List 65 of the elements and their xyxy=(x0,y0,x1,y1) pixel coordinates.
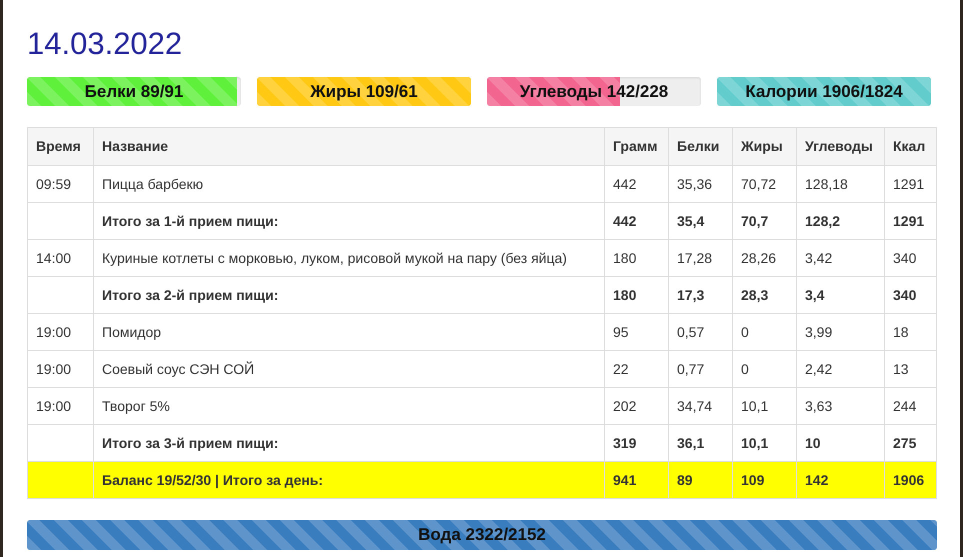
date-heading: 14.03.2022 xyxy=(27,25,184,63)
table-cell-text: 442 xyxy=(613,174,636,194)
table-cell-text: 1291 xyxy=(893,212,924,230)
table-cell-text: 17,28 xyxy=(677,248,712,268)
table-cell-text: 941 xyxy=(613,470,636,490)
progress-label: Жиры 109/61 xyxy=(310,80,418,103)
table-cell-text: 3,42 xyxy=(805,248,832,268)
table-cell-text: 0 xyxy=(741,360,749,378)
table-cell-text: 10 xyxy=(805,434,821,452)
column-header: Время xyxy=(35,137,82,156)
table-cell-text: 70,72 xyxy=(741,174,776,194)
table-cell-text: Куриные котлеты с морковью, луком, рисовой мукой на пару (без яйца) xyxy=(102,248,567,268)
table-cell-text: 17,3 xyxy=(677,286,704,304)
table-cell-text: Баланс 19/52/30 | Итого за день: xyxy=(102,470,324,490)
table-cell-text: 35,36 xyxy=(677,174,712,194)
table-cell-text: 13 xyxy=(893,360,909,378)
table-cell-text: 35,4 xyxy=(677,212,704,230)
table-cell-text: 14:00 xyxy=(36,248,72,268)
table-cell-text: 70,7 xyxy=(741,212,768,230)
table-cell-text: Итого за 1-й прием пищи: xyxy=(102,212,278,231)
table-cell-text: Итого за 3-й прием пищи: xyxy=(102,434,278,453)
table-cell-text: 180 xyxy=(613,248,636,268)
table-cell-text: 1906 xyxy=(893,470,924,490)
table-cell-text: 34,74 xyxy=(677,396,712,416)
table-cell-text: 0,77 xyxy=(677,360,704,378)
table-cell-text: Соевый соус СЭН СОЙ xyxy=(102,360,254,379)
progress-label: Калории 1906/1824 xyxy=(745,80,903,103)
table-cell-text: 109 xyxy=(741,470,764,490)
table-cell-text: 319 xyxy=(613,434,636,452)
table-cell-text: 0 xyxy=(741,322,749,342)
table-cell-text: 1291 xyxy=(893,174,924,194)
table-cell-text: 89 xyxy=(677,470,693,490)
table-cell-text: 2,42 xyxy=(805,360,832,378)
table-cell-text: 442 xyxy=(613,212,636,230)
table-cell-text: 10,1 xyxy=(741,434,768,452)
table-cell-text: 3,63 xyxy=(805,396,832,416)
table-cell-text: 202 xyxy=(613,396,636,416)
table-cell-text: 18 xyxy=(893,322,909,342)
table-cell-text: Пицца барбекю xyxy=(102,174,204,194)
table-cell-text: Помидор xyxy=(102,322,162,342)
table-cell-text: 128,2 xyxy=(805,212,840,230)
table-cell-text: 10,1 xyxy=(741,396,768,416)
table-cell-text: 340 xyxy=(893,248,916,268)
table-cell-text: 128,18 xyxy=(805,174,848,194)
table-cell-text: 3,99 xyxy=(805,322,832,342)
progress-label: Белки 89/91 xyxy=(84,80,184,103)
progress-label: Вода 2322/2152 xyxy=(418,524,546,546)
table-cell-text: 0,57 xyxy=(677,322,704,342)
table-cell-text: Творог 5% xyxy=(102,396,170,416)
table-cell-text: 95 xyxy=(613,322,629,342)
table-cell-text: 142 xyxy=(805,470,828,490)
table-cell-text: 28,3 xyxy=(741,286,768,304)
table-cell-text: 19:00 xyxy=(36,396,72,416)
table-cell-text: 3,4 xyxy=(805,286,824,304)
table-cell-text: 36,1 xyxy=(677,434,704,452)
table-cell-text: 340 xyxy=(893,286,916,304)
table-cell-text: 244 xyxy=(893,396,916,416)
table-cell-text: 180 xyxy=(613,286,636,304)
table-cell-text: 09:59 xyxy=(36,174,72,194)
table-cell-text: 19:00 xyxy=(36,360,72,378)
table-cell-text: 19:00 xyxy=(36,322,72,342)
table-cell-text: 22 xyxy=(613,360,629,378)
table-cell-text: 28,26 xyxy=(741,248,776,268)
table-cell-text: 275 xyxy=(893,434,916,452)
table-cell-text: Итого за 2-й прием пищи: xyxy=(102,286,278,305)
